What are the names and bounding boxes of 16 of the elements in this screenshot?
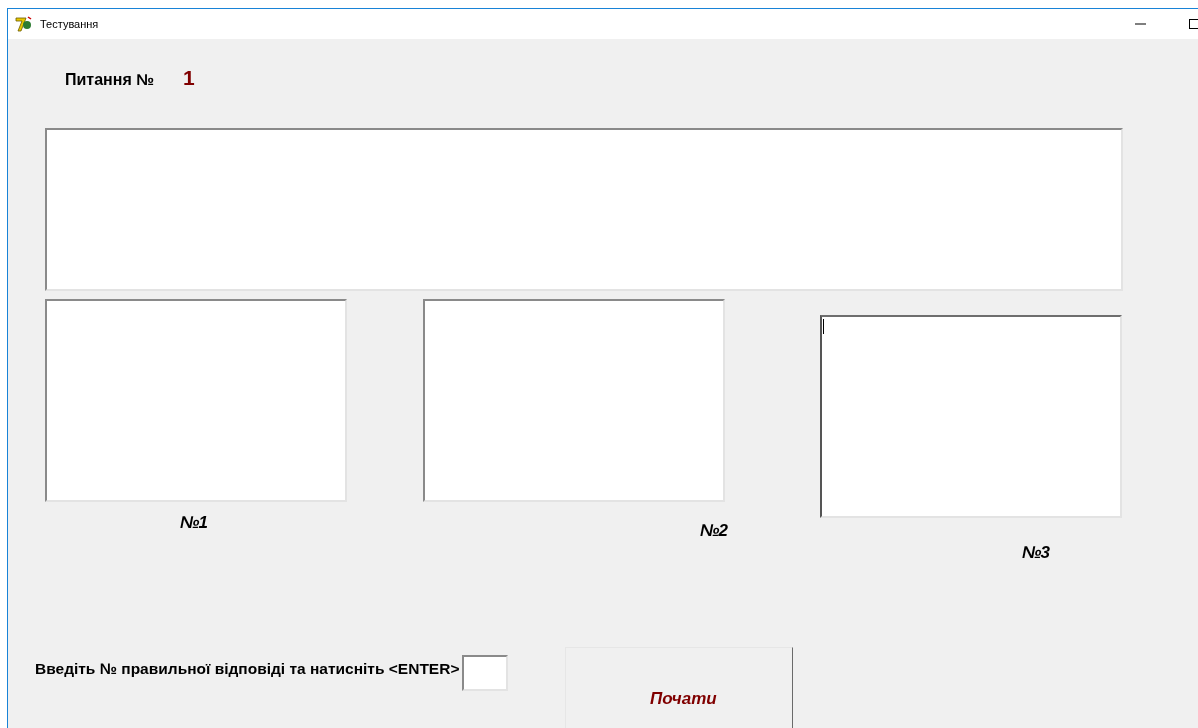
minimize-icon[interactable] [1135, 23, 1146, 25]
answer-label: №1 [180, 513, 207, 533]
answer-box[interactable] [423, 299, 725, 502]
question-label: Питання № [65, 71, 154, 89]
answer-box[interactable] [820, 315, 1122, 518]
answer-box[interactable] [45, 299, 347, 502]
app-icon [15, 16, 33, 32]
question-number: 1 [183, 66, 195, 90]
window-title: Тестування [40, 18, 99, 30]
answer-label: №2 [700, 521, 727, 541]
prompt-text: Введіть № правильної відповіді та натисніть <ENTER> [35, 660, 460, 678]
answer-label: №3 [1022, 543, 1049, 563]
question-text-box[interactable] [45, 128, 1123, 291]
answer-input[interactable] [462, 655, 509, 691]
maximize-icon[interactable] [1189, 19, 1198, 29]
start-button[interactable]: Почати [565, 647, 794, 728]
